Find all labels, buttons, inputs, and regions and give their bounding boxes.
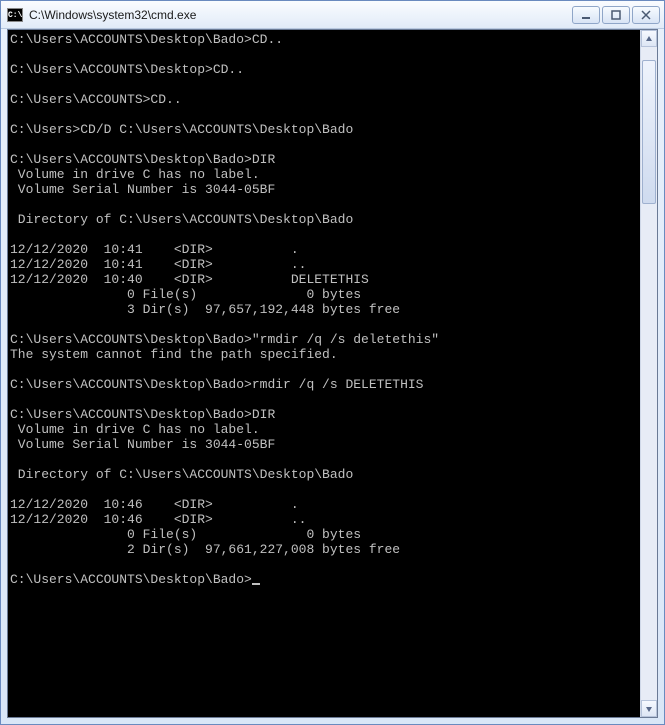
console-line: 0 File(s) 0 bytes [10, 527, 361, 542]
console-line: Directory of C:\Users\ACCOUNTS\Desktop\B… [10, 212, 353, 227]
console-line: C:\Users>CD/D C:\Users\ACCOUNTS\Desktop\… [10, 122, 353, 137]
console-line: 0 File(s) 0 bytes [10, 287, 361, 302]
console-line: C:\Users\ACCOUNTS\Desktop\Bado>"rmdir /q… [10, 332, 439, 347]
console-line: Volume in drive C has no label. [10, 167, 260, 182]
maximize-icon [611, 10, 621, 20]
vertical-scrollbar[interactable] [640, 30, 657, 717]
minimize-button[interactable] [572, 6, 600, 24]
console-line: 12/12/2020 10:46 <DIR> . [10, 497, 299, 512]
console-line: Volume in drive C has no label. [10, 422, 260, 437]
window-title: C:\Windows\system32\cmd.exe [29, 8, 572, 22]
console-line: Directory of C:\Users\ACCOUNTS\Desktop\B… [10, 467, 353, 482]
cmd-icon: C:\ [7, 8, 23, 22]
text-cursor [252, 583, 260, 585]
minimize-icon [581, 10, 591, 20]
console-line: C:\Users\ACCOUNTS>CD.. [10, 92, 182, 107]
console-line: 12/12/2020 10:40 <DIR> DELETETHIS [10, 272, 369, 287]
console-line: 3 Dir(s) 97,657,192,448 bytes free [10, 302, 400, 317]
console-line: Volume Serial Number is 3044-05BF [10, 437, 275, 452]
chevron-down-icon [645, 705, 653, 713]
scroll-down-button[interactable] [641, 700, 657, 717]
scroll-track[interactable] [641, 47, 657, 700]
console-line: C:\Users\ACCOUNTS\Desktop>CD.. [10, 62, 244, 77]
console-line: Volume Serial Number is 3044-05BF [10, 182, 275, 197]
console-line: C:\Users\ACCOUNTS\Desktop\Bado>DIR [10, 152, 275, 167]
console-output[interactable]: C:\Users\ACCOUNTS\Desktop\Bado>CD.. C:\U… [8, 30, 640, 717]
console-line: C:\Users\ACCOUNTS\Desktop\Bado> [10, 572, 252, 587]
console-line: C:\Users\ACCOUNTS\Desktop\Bado>rmdir /q … [10, 377, 423, 392]
console-line: The system cannot find the path specifie… [10, 347, 338, 362]
console-line: 12/12/2020 10:41 <DIR> .. [10, 257, 306, 272]
client-area: C:\Users\ACCOUNTS\Desktop\Bado>CD.. C:\U… [7, 29, 658, 718]
cmd-window: C:\ C:\Windows\system32\cmd.exe C:\U [0, 0, 665, 725]
console-line: 2 Dir(s) 97,661,227,008 bytes free [10, 542, 400, 557]
close-icon [641, 10, 651, 20]
console-line: 12/12/2020 10:41 <DIR> . [10, 242, 299, 257]
scroll-up-button[interactable] [641, 30, 657, 47]
close-button[interactable] [632, 6, 660, 24]
maximize-button[interactable] [602, 6, 630, 24]
console-line: C:\Users\ACCOUNTS\Desktop\Bado>DIR [10, 407, 275, 422]
console-line: 12/12/2020 10:46 <DIR> .. [10, 512, 306, 527]
chevron-up-icon [645, 35, 653, 43]
scroll-thumb[interactable] [642, 60, 656, 204]
console-line: C:\Users\ACCOUNTS\Desktop\Bado>CD.. [10, 32, 283, 47]
window-buttons [572, 6, 660, 24]
titlebar[interactable]: C:\ C:\Windows\system32\cmd.exe [1, 1, 664, 29]
